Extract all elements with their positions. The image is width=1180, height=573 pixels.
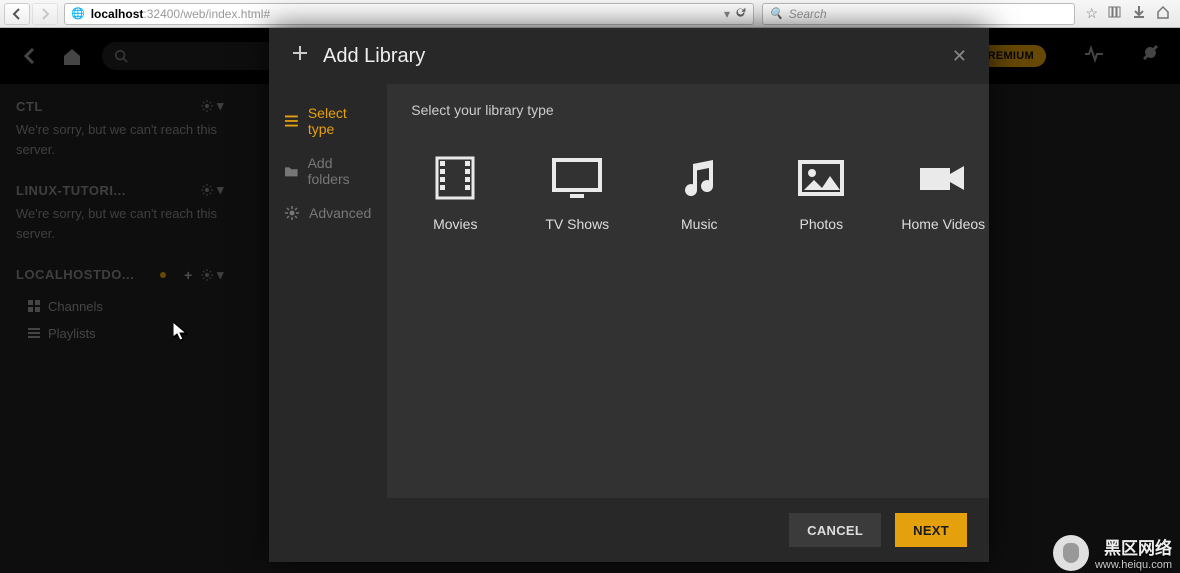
type-label: Home Videos xyxy=(901,216,985,232)
modal-footer: CANCEL NEXT xyxy=(269,498,989,562)
globe-icon: 🌐 xyxy=(71,7,85,20)
step-label: Add folders xyxy=(308,155,372,187)
folder-icon xyxy=(285,165,298,177)
library-icon[interactable] xyxy=(1108,5,1122,22)
url-bar[interactable]: 🌐 localhost:32400/web/index.html# ▾ xyxy=(64,3,754,25)
library-type-movies[interactable]: Movies xyxy=(411,156,499,232)
modal-prompt: Select your library type xyxy=(411,102,987,118)
url-text: localhost:32400/web/index.html# xyxy=(91,7,270,21)
step-select-type[interactable]: Select type xyxy=(269,96,387,146)
film-icon xyxy=(433,156,477,200)
search-icon: 🔍 xyxy=(769,7,783,20)
next-button[interactable]: NEXT xyxy=(895,513,967,547)
home-icon[interactable] xyxy=(1156,5,1170,22)
add-library-modal: Add Library ✕ Select type Add folders Ad… xyxy=(269,28,989,562)
nav-forward-button[interactable] xyxy=(32,3,58,25)
type-label: TV Shows xyxy=(545,216,609,232)
step-label: Select type xyxy=(308,105,371,137)
camera-icon xyxy=(918,156,968,200)
gear-icon xyxy=(285,206,299,220)
library-type-tvshows[interactable]: TV Shows xyxy=(533,156,621,232)
type-label: Photos xyxy=(799,216,843,232)
watermark-line2: www.heiqu.com xyxy=(1095,559,1172,571)
library-type-music[interactable]: Music xyxy=(655,156,743,232)
type-label: Music xyxy=(681,216,718,232)
library-type-homevideos[interactable]: Home Videos xyxy=(899,156,987,232)
step-advanced[interactable]: Advanced xyxy=(269,196,387,230)
browser-toolbar: 🌐 localhost:32400/web/index.html# ▾ 🔍 Se… xyxy=(0,0,1180,28)
watermark: 黑区网络 www.heiqu.com xyxy=(1053,534,1172,571)
type-label: Movies xyxy=(433,216,477,232)
watermark-line1: 黑区网络 xyxy=(1095,534,1172,559)
photo-icon xyxy=(797,156,845,200)
browser-search-field[interactable]: 🔍 Search xyxy=(762,3,1075,25)
modal-title: Add Library xyxy=(323,45,425,68)
modal-content: Select your library type Movies TV Shows… xyxy=(387,84,1011,498)
watermark-logo-icon xyxy=(1053,535,1089,571)
list-icon xyxy=(285,115,298,127)
downloads-icon[interactable] xyxy=(1132,5,1146,22)
mouse-cursor-icon xyxy=(173,322,189,342)
nav-back-button[interactable] xyxy=(4,3,30,25)
library-type-photos[interactable]: Photos xyxy=(777,156,865,232)
music-icon xyxy=(677,156,721,200)
close-icon[interactable]: ✕ xyxy=(952,46,967,67)
dropdown-icon[interactable]: ▾ xyxy=(724,7,730,21)
step-add-folders[interactable]: Add folders xyxy=(269,146,387,196)
step-label: Advanced xyxy=(309,205,371,221)
modal-steps: Select type Add folders Advanced xyxy=(269,84,387,498)
modal-header: Add Library ✕ xyxy=(269,28,989,84)
reload-icon[interactable] xyxy=(734,6,747,22)
cancel-button[interactable]: CANCEL xyxy=(789,513,881,547)
search-placeholder: Search xyxy=(789,7,827,21)
plus-icon xyxy=(291,44,309,68)
tv-icon xyxy=(552,156,602,200)
bookmark-icon[interactable]: ☆ xyxy=(1085,5,1098,22)
